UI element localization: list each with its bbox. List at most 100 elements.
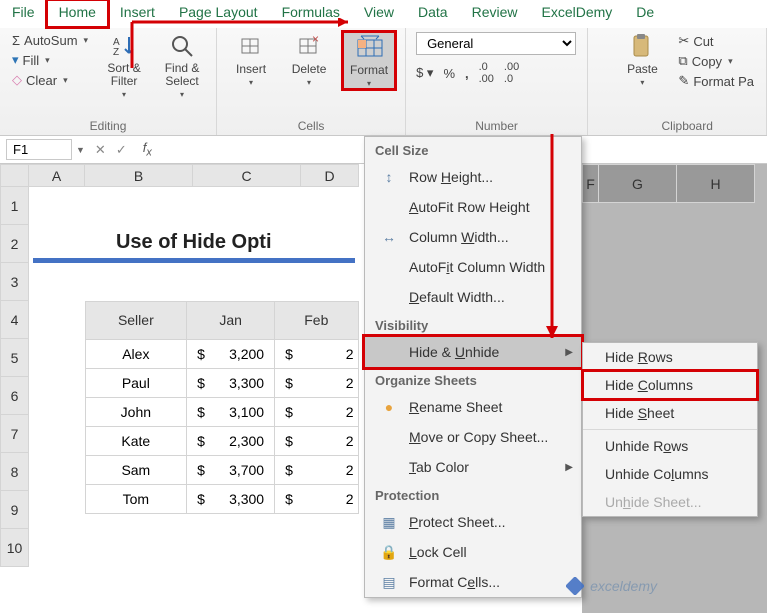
dt-cell[interactable]: Tom <box>85 484 187 513</box>
dt-cell[interactable]: $2,300 <box>187 426 275 455</box>
increase-decimal-button[interactable]: .0.00 <box>479 61 494 85</box>
dt-cell[interactable]: $2 <box>275 339 358 368</box>
name-box[interactable] <box>6 139 72 160</box>
menu-tab-color[interactable]: Tab Color▶ <box>365 452 581 482</box>
submenu-unhide-rows[interactable]: Unhide Rows <box>583 432 757 460</box>
row-header[interactable]: 7 <box>1 415 29 453</box>
currency-button[interactable]: $ ▾ <box>416 65 433 81</box>
col-header-a[interactable]: A <box>29 165 85 187</box>
paste-label: Paste <box>627 62 658 76</box>
dt-cell[interactable]: $2 <box>275 484 358 513</box>
autosum-button[interactable]: Σ AutoSum▾ <box>10 32 90 49</box>
dt-cell[interactable]: Alex <box>85 339 187 368</box>
menu-row-height[interactable]: ↕Row Height... <box>365 162 581 192</box>
row-header[interactable]: 2 <box>1 225 29 263</box>
col-header-c[interactable]: C <box>193 165 301 187</box>
group-cells-label: Cells <box>227 117 395 133</box>
rename-icon: ● <box>379 398 399 416</box>
dt-cell[interactable]: $3,300 <box>187 484 275 513</box>
col-header-h[interactable]: H <box>677 165 755 203</box>
delete-cells-button[interactable]: × Delete▾ <box>285 32 333 87</box>
clear-label: Clear <box>26 73 57 88</box>
dt-cell[interactable]: $2 <box>275 368 358 397</box>
row-header[interactable]: 5 <box>1 339 29 377</box>
clear-button[interactable]: ◇ Clear▾ <box>10 71 90 89</box>
dt-cell[interactable]: Sam <box>85 455 187 484</box>
menu-col-width[interactable]: ↔Column Width... <box>365 222 581 252</box>
tab-insert[interactable]: Insert <box>108 0 167 27</box>
tab-more[interactable]: De <box>624 0 666 27</box>
ribbon: Σ AutoSum▾ ▾ Fill▾ ◇ Clear▾ AZ Sort & Fi… <box>0 28 767 136</box>
submenu-hide-columns[interactable]: Hide Columns <box>583 371 757 399</box>
row-header[interactable]: 9 <box>1 491 29 529</box>
svg-text:Z: Z <box>113 47 119 58</box>
col-header-g[interactable]: G <box>599 165 677 203</box>
group-clipboard-label: Clipboard <box>618 117 756 133</box>
menu-autofit-col[interactable]: AutoFit Column Width <box>365 252 581 282</box>
menu-move-copy[interactable]: Move or Copy Sheet... <box>365 422 581 452</box>
chevron-right-icon: ▶ <box>565 462 573 473</box>
cancel-formula-icon[interactable]: ✕ <box>95 142 106 158</box>
dt-cell[interactable]: $2 <box>275 455 358 484</box>
dt-cell[interactable]: John <box>85 397 187 426</box>
row-header[interactable]: 3 <box>1 263 29 301</box>
col-header-d[interactable]: D <box>301 165 359 187</box>
dt-cell[interactable]: $3,100 <box>187 397 275 426</box>
submenu-unhide-columns[interactable]: Unhide Columns <box>583 460 757 488</box>
dt-cell[interactable]: Paul <box>85 368 187 397</box>
menu-default-width[interactable]: Default Width... <box>365 282 581 312</box>
submenu-hide-rows[interactable]: Hide Rows <box>583 343 757 371</box>
copy-button[interactable]: ⧉ Copy▾ <box>676 52 756 70</box>
cut-label: Cut <box>693 34 713 49</box>
percent-button[interactable]: % <box>443 66 455 81</box>
format-painter-button[interactable]: ✎ Format Pa <box>676 72 756 90</box>
dt-cell[interactable]: Kate <box>85 426 187 455</box>
tab-home[interactable]: Home <box>47 0 108 27</box>
dt-cell[interactable]: $3,200 <box>187 339 275 368</box>
dt-cell[interactable]: $2 <box>275 426 358 455</box>
dt-cell[interactable]: $3,700 <box>187 455 275 484</box>
copy-icon: ⧉ <box>678 53 687 69</box>
dt-cell[interactable]: $2 <box>275 397 358 426</box>
col-header-f[interactable]: F <box>583 165 599 203</box>
tab-file[interactable]: File <box>0 0 47 27</box>
submenu-hide-sheet[interactable]: Hide Sheet <box>583 399 757 427</box>
menu-autofit-row[interactable]: AutoFit Row Height <box>365 192 581 222</box>
menu-protect-sheet[interactable]: ▦Protect Sheet... <box>365 507 581 537</box>
insert-cells-button[interactable]: Insert▾ <box>227 32 275 87</box>
menu-lock-cell[interactable]: 🔒Lock Cell <box>365 537 581 567</box>
tab-page-layout[interactable]: Page Layout <box>167 0 270 27</box>
delete-icon: × <box>295 32 323 60</box>
find-select-button[interactable]: Find & Select▾ <box>158 32 206 99</box>
row-header[interactable]: 1 <box>1 187 29 225</box>
menu-hide-unhide[interactable]: Hide & Unhide▶ <box>364 336 582 368</box>
menu-rename-sheet[interactable]: ●Rename Sheet <box>365 392 581 422</box>
tab-formulas[interactable]: Formulas <box>270 0 352 27</box>
enter-formula-icon[interactable]: ✓ <box>116 142 127 158</box>
row-header[interactable]: 10 <box>1 529 29 567</box>
format-cells-button[interactable]: Format▾ <box>343 32 395 89</box>
number-format-select[interactable]: General <box>416 32 576 55</box>
fill-button[interactable]: ▾ Fill▾ <box>10 51 90 69</box>
paste-button[interactable]: Paste▾ <box>618 32 666 87</box>
row-header[interactable]: 8 <box>1 453 29 491</box>
group-cells: Insert▾ × Delete▾ Format▾ Cells <box>217 28 406 135</box>
sort-filter-button[interactable]: AZ Sort & Filter▾ <box>100 32 148 99</box>
fx-icon[interactable]: fx <box>137 140 158 159</box>
menu-format-cells[interactable]: ▤Format Cells... <box>365 567 581 597</box>
tab-data[interactable]: Data <box>406 0 460 27</box>
dt-cell[interactable]: $3,300 <box>187 368 275 397</box>
scissors-icon: ✂ <box>678 33 689 49</box>
select-all-corner[interactable] <box>1 165 29 187</box>
tab-view[interactable]: View <box>352 0 406 27</box>
decrease-decimal-button[interactable]: .00.0 <box>504 61 519 85</box>
col-header-b[interactable]: B <box>85 165 193 187</box>
row-header[interactable]: 4 <box>1 301 29 339</box>
cut-button[interactable]: ✂ Cut <box>676 32 756 50</box>
tab-exceldemy[interactable]: ExcelDemy <box>530 0 625 27</box>
row-header[interactable]: 6 <box>1 377 29 415</box>
comma-button[interactable]: , <box>465 66 469 81</box>
data-table: Seller Jan Feb Alex$3,200$2 Paul$3,300$2… <box>85 301 359 514</box>
tab-review[interactable]: Review <box>460 0 530 27</box>
row-height-icon: ↕ <box>379 168 399 186</box>
